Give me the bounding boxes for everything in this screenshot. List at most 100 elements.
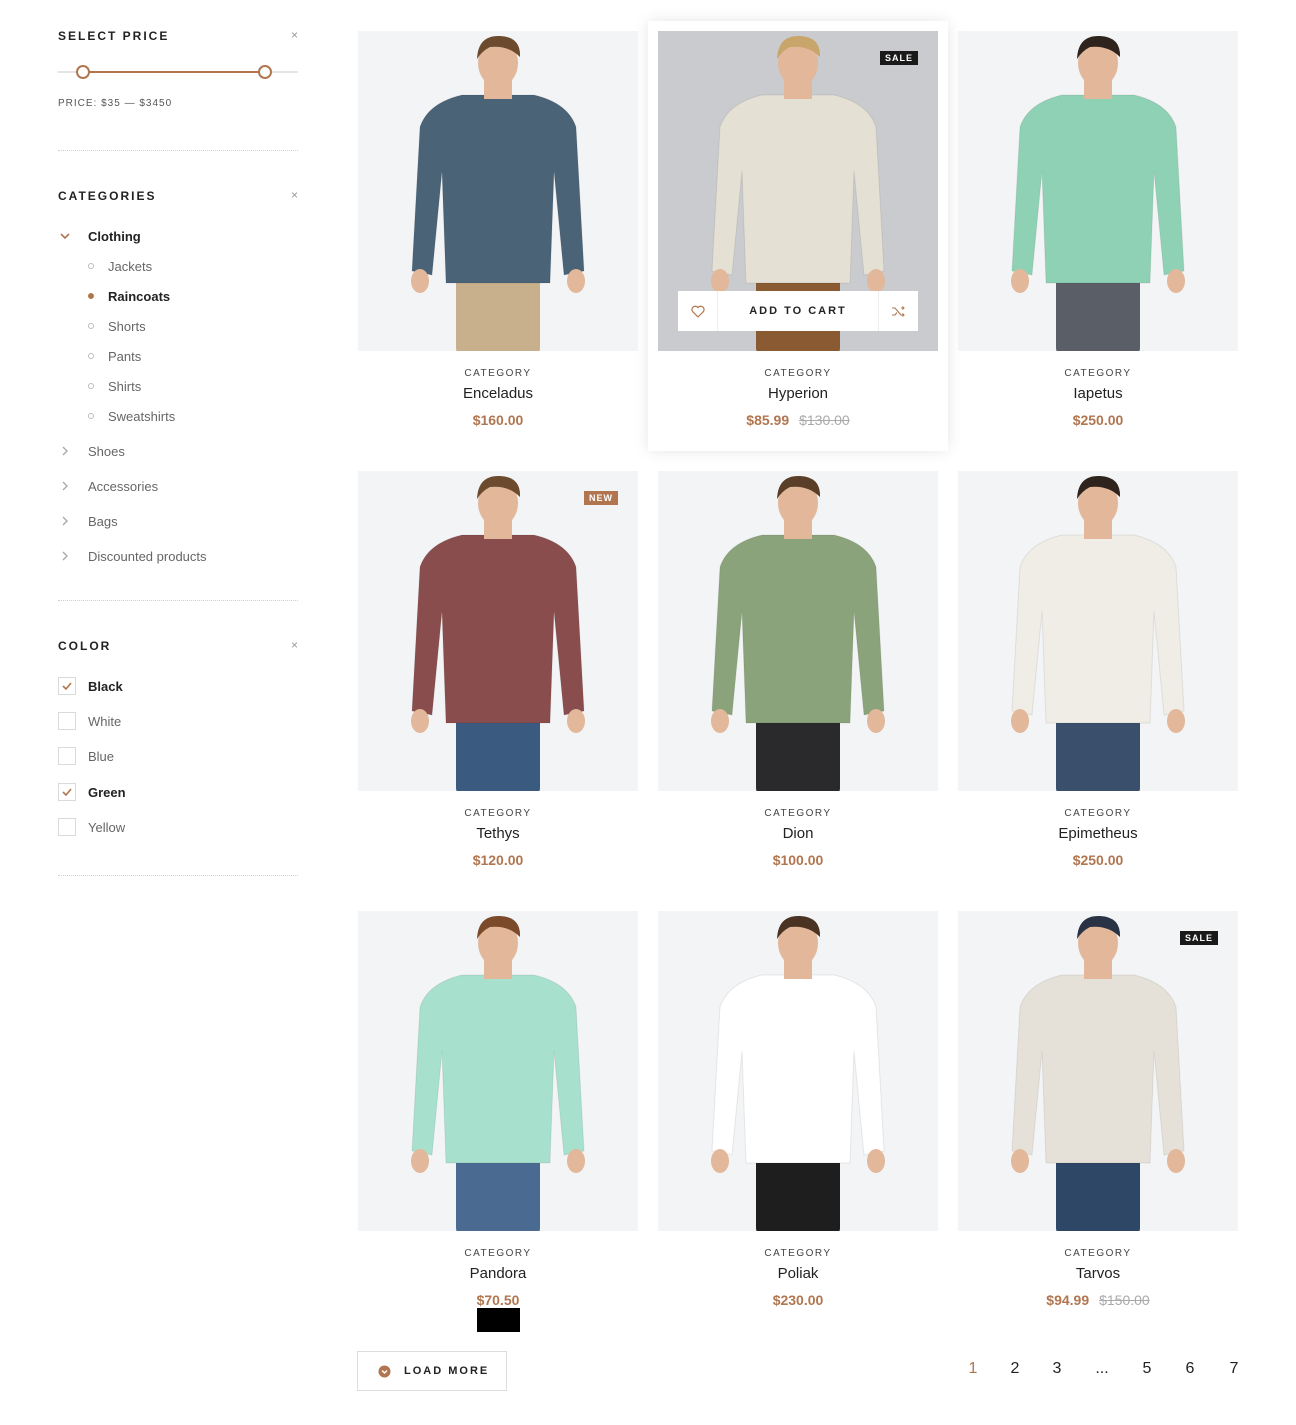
heart-icon[interactable] — [678, 291, 718, 331]
product-card[interactable]: CATEGORY Iapetus $250.00 — [958, 31, 1238, 451]
color-option-yellow[interactable]: Yellow — [58, 818, 258, 836]
page-link-1[interactable]: 1 — [961, 1360, 985, 1378]
product-name[interactable]: Tethys — [358, 825, 638, 845]
category-item-accessories[interactable]: Accessories — [58, 478, 298, 494]
load-more-button[interactable]: LOAD MORE — [357, 1351, 507, 1391]
product-name[interactable]: Hyperion — [658, 385, 938, 405]
product-image[interactable] — [658, 471, 938, 791]
product-card[interactable]: SALE CATEGORY Tarvos $94.99 $150.00 — [958, 911, 1238, 1331]
subcategory-item-jackets[interactable]: Jackets — [58, 258, 298, 274]
price-slider-min-handle[interactable] — [75, 65, 90, 79]
product-card[interactable]: CATEGORY Enceladus $160.00 — [358, 31, 638, 451]
shuffle-icon[interactable] — [878, 291, 918, 331]
page-link-7[interactable]: 7 — [1222, 1360, 1246, 1378]
checkmark-icon — [62, 682, 72, 690]
product-hover-actions: ADD TO CART — [678, 291, 918, 331]
price-filter-close-icon[interactable]: × — [291, 29, 298, 41]
category-item-shoes[interactable]: Shoes — [58, 443, 298, 459]
product-image[interactable] — [958, 31, 1238, 351]
product-name[interactable]: Enceladus — [358, 385, 638, 405]
color-label: Blue — [88, 749, 115, 764]
color-label: White — [88, 714, 122, 729]
checkbox[interactable] — [58, 712, 76, 730]
checkbox[interactable] — [58, 677, 76, 695]
product-category[interactable]: CATEGORY — [358, 368, 638, 382]
page-link-6[interactable]: 6 — [1178, 1360, 1202, 1378]
subcategory-label: Shirts — [108, 378, 142, 394]
category-item-bags[interactable]: Bags — [58, 513, 298, 529]
product-name[interactable]: Iapetus — [958, 385, 1238, 405]
product-image[interactable] — [658, 911, 938, 1231]
product-name[interactable]: Dion — [658, 825, 938, 845]
product-name[interactable]: Poliak — [658, 1265, 938, 1285]
product-name[interactable]: Epimetheus — [958, 825, 1238, 845]
product-name[interactable]: Tarvos — [958, 1265, 1238, 1285]
redaction-box — [477, 1308, 520, 1332]
add-to-cart-button[interactable]: ADD TO CART — [718, 291, 878, 331]
new-badge: NEW — [584, 491, 618, 505]
subcategory-item-shorts[interactable]: Shorts — [58, 318, 298, 334]
divider — [58, 150, 298, 151]
product-card[interactable]: CATEGORY Dion $100.00 — [658, 471, 938, 891]
checkbox[interactable] — [58, 818, 76, 836]
chevron-right-icon — [58, 514, 72, 528]
product-card[interactable]: SALE ADD TO CART CATEGORY Hyperion $85.9… — [648, 21, 948, 451]
subcategory-item-raincoats[interactable]: Raincoats — [58, 288, 298, 304]
product-name[interactable]: Pandora — [358, 1265, 638, 1285]
product-category[interactable]: CATEGORY — [658, 368, 938, 382]
load-more-label: LOAD MORE — [404, 1365, 490, 1377]
category-label: Accessories — [88, 478, 159, 494]
subcategory-item-shirts[interactable]: Shirts — [58, 378, 298, 394]
product-category[interactable]: CATEGORY — [358, 808, 638, 822]
product-category[interactable]: CATEGORY — [658, 1248, 938, 1262]
subcategory-label: Raincoats — [108, 288, 171, 304]
chevron-right-icon — [58, 549, 72, 563]
color-option-green[interactable]: Green — [58, 783, 258, 801]
categories-filter-title: CATEGORIES — [58, 189, 157, 203]
product-image[interactable] — [358, 911, 638, 1231]
product-category[interactable]: CATEGORY — [958, 368, 1238, 382]
model-photo — [1011, 915, 1185, 1231]
category-item-clothing[interactable]: Clothing — [58, 228, 298, 244]
chevron-down-icon — [58, 229, 72, 243]
bullet-icon — [88, 263, 94, 269]
product-category[interactable]: CATEGORY — [358, 1248, 638, 1262]
category-label: Shoes — [88, 443, 125, 459]
product-card[interactable]: CATEGORY Epimetheus $250.00 — [958, 471, 1238, 891]
product-card[interactable]: NEW CATEGORY Tethys $120.00 — [358, 471, 638, 891]
categories-filter-close-icon[interactable]: × — [291, 189, 298, 201]
product-image[interactable] — [958, 911, 1238, 1231]
subcategory-item-sweatshirts[interactable]: Sweatshirts — [58, 408, 298, 424]
product-card[interactable]: CATEGORY Poliak $230.00 — [658, 911, 938, 1331]
price-slider-range — [82, 71, 266, 73]
subcategory-label: Sweatshirts — [108, 408, 176, 424]
product-price: $230.00 — [772, 1292, 824, 1308]
color-option-blue[interactable]: Blue — [58, 747, 258, 765]
product-price: $250.00 — [1072, 852, 1124, 868]
color-option-white[interactable]: White — [58, 712, 258, 730]
category-item-discounted-products[interactable]: Discounted products — [58, 548, 298, 564]
product-image[interactable] — [358, 471, 638, 791]
sale-badge: SALE — [879, 51, 918, 65]
checkbox[interactable] — [58, 747, 76, 765]
color-option-black[interactable]: Black — [58, 677, 258, 695]
checkbox[interactable] — [58, 783, 76, 801]
page-link-5[interactable]: 5 — [1135, 1360, 1159, 1378]
subcategory-item-pants[interactable]: Pants — [58, 348, 298, 364]
subcategory-label: Jackets — [108, 258, 153, 274]
bullet-icon — [88, 293, 94, 299]
product-old-price: $150.00 — [1099, 1292, 1150, 1308]
product-category[interactable]: CATEGORY — [958, 808, 1238, 822]
color-filter-close-icon[interactable]: × — [291, 639, 298, 651]
price-slider-max-handle[interactable] — [258, 65, 273, 79]
product-image[interactable] — [958, 471, 1238, 791]
product-price: $160.00 — [472, 412, 524, 428]
product-image[interactable] — [358, 31, 638, 351]
divider — [58, 600, 298, 601]
page-link-2[interactable]: 2 — [1003, 1360, 1027, 1378]
product-category[interactable]: CATEGORY — [658, 808, 938, 822]
product-category[interactable]: CATEGORY — [958, 1248, 1238, 1262]
product-card[interactable]: CATEGORY Pandora $70.50 — [358, 911, 638, 1331]
product-price: $70.50 — [476, 1292, 520, 1308]
page-link-3[interactable]: 3 — [1045, 1360, 1069, 1378]
